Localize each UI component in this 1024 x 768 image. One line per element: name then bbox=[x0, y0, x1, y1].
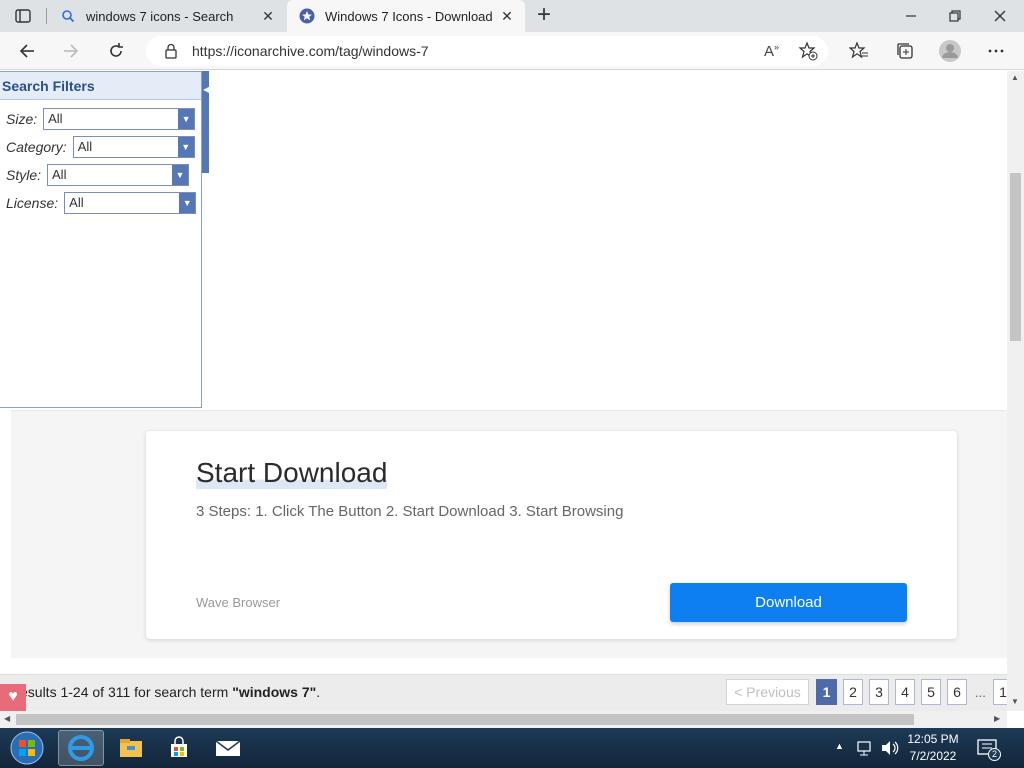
close-tab-icon[interactable]: ✕ bbox=[260, 8, 276, 24]
tab-actions-icon[interactable] bbox=[14, 7, 32, 25]
filters-title: Search Filters bbox=[0, 72, 201, 100]
page-1-button[interactable]: 1 bbox=[816, 679, 837, 705]
filter-size: Size: All ▼ bbox=[6, 108, 196, 130]
select-value: All bbox=[48, 111, 63, 126]
results-bar: esults 1-24 of 311 for search term "wind… bbox=[0, 674, 1007, 711]
style-select[interactable]: All ▼ bbox=[47, 164, 190, 186]
minimize-button[interactable] bbox=[903, 8, 919, 24]
show-hidden-icons-icon[interactable]: ▲ bbox=[835, 741, 844, 751]
page-4-button[interactable]: 4 bbox=[895, 679, 915, 705]
url-text: https://iconarchive.com/tag/windows-7 bbox=[192, 43, 429, 59]
clock-date: 7/2/2022 bbox=[909, 749, 957, 763]
scroll-down-icon[interactable]: ▼ bbox=[1011, 697, 1019, 706]
lock-icon[interactable] bbox=[164, 43, 178, 64]
license-select[interactable]: All ▼ bbox=[64, 192, 197, 214]
new-tab-button[interactable]: + bbox=[534, 2, 554, 28]
windows-taskbar: ▲ 12:05 PM 7/2/2022 2 bbox=[0, 728, 1024, 768]
last-page-button[interactable]: 1 bbox=[993, 679, 1007, 705]
dropdown-arrow-icon[interactable]: ▼ bbox=[177, 137, 194, 157]
dropdown-arrow-icon[interactable]: ▼ bbox=[178, 109, 195, 129]
scroll-up-icon[interactable]: ▲ bbox=[1011, 73, 1019, 82]
clock-time: 12:05 PM bbox=[907, 732, 959, 746]
search-filters-panel: Search Filters Size: All ▼ Category: All… bbox=[0, 71, 202, 408]
read-aloud-icon[interactable]: A» bbox=[764, 42, 779, 60]
vertical-scrollbar[interactable]: ▲ ▼ bbox=[1007, 71, 1024, 711]
address-bar[interactable]: https://iconarchive.com/tag/windows-7 A» bbox=[146, 36, 828, 66]
dropdown-arrow-icon[interactable]: ▼ bbox=[172, 165, 189, 185]
filter-label: Category: bbox=[6, 139, 67, 155]
pagination-ellipsis: ... bbox=[975, 685, 986, 700]
ad-card[interactable]: Start Download 3 Steps: 1. Click The But… bbox=[146, 431, 957, 639]
volume-icon[interactable] bbox=[880, 739, 900, 762]
filter-label: Style: bbox=[6, 167, 42, 183]
iconarchive-star-icon bbox=[299, 8, 315, 24]
select-value: All bbox=[69, 195, 84, 210]
file-explorer-icon[interactable] bbox=[108, 730, 154, 766]
profile-avatar[interactable] bbox=[937, 38, 963, 64]
ad-title[interactable]: Start Download bbox=[196, 457, 388, 489]
close-window-button[interactable] bbox=[992, 8, 1008, 24]
favorites-icon[interactable] bbox=[846, 38, 872, 64]
more-menu-icon[interactable] bbox=[983, 38, 1009, 64]
results-summary: esults 1-24 of 311 for search term "wind… bbox=[20, 684, 320, 700]
select-value: All bbox=[77, 139, 93, 154]
tab-bar: windows 7 icons - Search ✕ Windows 7 Ico… bbox=[0, 0, 1024, 32]
horizontal-scrollbar[interactable]: ◀ ▶ bbox=[0, 711, 1007, 728]
network-icon[interactable] bbox=[856, 739, 874, 762]
filter-label: Size: bbox=[6, 111, 38, 127]
page-3-button[interactable]: 3 bbox=[869, 679, 889, 705]
dropdown-arrow-icon[interactable]: ▼ bbox=[179, 193, 196, 213]
results-period: . bbox=[316, 684, 321, 700]
page-viewport: Search Filters Size: All ▼ Category: All… bbox=[0, 71, 1007, 711]
search-icon bbox=[60, 8, 76, 24]
restore-button[interactable] bbox=[947, 8, 963, 24]
select-value: All bbox=[52, 167, 67, 182]
collections-icon[interactable] bbox=[892, 38, 918, 64]
forward-button[interactable] bbox=[58, 38, 84, 64]
filter-label: License: bbox=[6, 195, 59, 211]
ad-brand: Wave Browser bbox=[196, 595, 281, 610]
page-2-button[interactable]: 2 bbox=[843, 679, 863, 705]
start-button[interactable] bbox=[4, 730, 50, 766]
mail-icon[interactable] bbox=[205, 730, 251, 766]
results-count: esults 1-24 of 311 for search term bbox=[20, 684, 233, 700]
category-select[interactable]: All ▼ bbox=[72, 136, 195, 158]
back-button[interactable] bbox=[14, 38, 40, 64]
tab-iconarchive[interactable]: Windows 7 Icons - Download 31 ✕ bbox=[287, 0, 525, 32]
scroll-left-icon[interactable]: ◀ bbox=[4, 714, 10, 723]
filter-license: License: All ▼ bbox=[6, 192, 197, 214]
ad-subtitle: 3 Steps: 1. Click The Button 2. Start Do… bbox=[196, 503, 624, 520]
scroll-right-icon[interactable]: ▶ bbox=[994, 714, 1000, 723]
tab-search[interactable]: windows 7 icons - Search ✕ bbox=[48, 0, 286, 32]
add-favorite-icon[interactable] bbox=[798, 41, 818, 66]
heart-icon[interactable]: ♥ bbox=[0, 684, 26, 711]
close-tab-icon[interactable]: ✕ bbox=[499, 8, 515, 24]
tab-title: windows 7 icons - Search bbox=[86, 8, 234, 24]
edge-taskbar-icon[interactable] bbox=[58, 730, 104, 766]
tab-title: Windows 7 Icons - Download 31 bbox=[325, 8, 497, 24]
notification-count-badge: 2 bbox=[988, 748, 1001, 761]
filters-collapse-handle[interactable]: ◀ bbox=[202, 71, 209, 173]
system-clock[interactable]: 12:05 PM 7/2/2022 bbox=[900, 731, 966, 765]
previous-page-button[interactable]: < Previous bbox=[726, 679, 809, 705]
address-toolbar: https://iconarchive.com/tag/windows-7 A» bbox=[0, 32, 1024, 70]
horizontal-scroll-thumb[interactable] bbox=[16, 714, 914, 725]
search-term: "windows 7" bbox=[232, 684, 317, 700]
filter-category: Category: All ▼ bbox=[6, 136, 195, 158]
download-button[interactable]: Download bbox=[670, 583, 907, 622]
refresh-button[interactable] bbox=[103, 38, 129, 64]
size-select[interactable]: All ▼ bbox=[43, 108, 196, 130]
vertical-scroll-thumb[interactable] bbox=[1010, 173, 1021, 341]
page-6-button[interactable]: 6 bbox=[947, 679, 967, 705]
store-icon[interactable] bbox=[156, 730, 202, 766]
page-5-button[interactable]: 5 bbox=[921, 679, 941, 705]
filter-style: Style: All ▼ bbox=[6, 164, 190, 186]
